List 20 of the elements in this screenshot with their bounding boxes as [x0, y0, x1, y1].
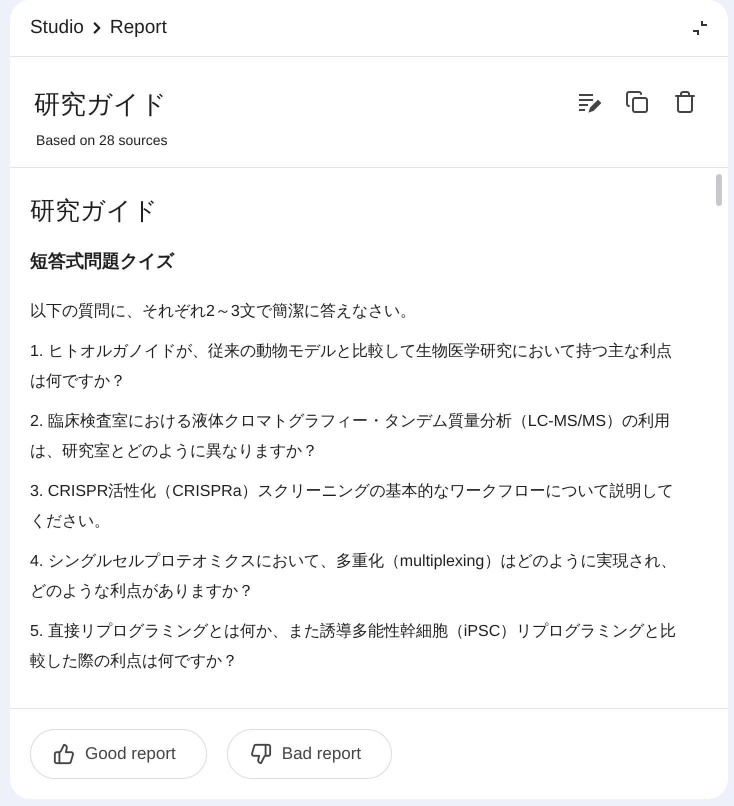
delete-button[interactable] — [672, 89, 698, 115]
good-report-button[interactable]: Good report — [30, 729, 207, 779]
sources-count: Based on 28 sources — [35, 132, 168, 148]
breadcrumb-item[interactable]: Studio — [30, 17, 84, 39]
copy-button[interactable] — [624, 89, 650, 115]
scrollbar-thumb[interactable] — [716, 174, 722, 206]
thumbs-up-icon — [53, 743, 75, 765]
document-title: 研究ガイド — [30, 196, 159, 227]
collapse-icon[interactable] — [692, 20, 708, 36]
paragraph: 5. 直接リプログラミングとは何か、また誘導多能性幹細胞（iPSC）リプログラミングと比較した際の利点は何ですか？ — [30, 622, 678, 672]
bad-report-button[interactable]: Bad report — [226, 729, 392, 779]
paragraph: 以下の質問に、それぞれ2～3文で簡潔に答えなさい。 — [30, 302, 417, 322]
section-heading: 短答式問題クイズ — [30, 250, 176, 273]
thumbs-down-icon — [250, 743, 272, 765]
paragraph: 4. シングルセルプロテオミクスにおいて、多重化（multiplexing）はどのように実現され、どのような利点がありますか？ — [30, 552, 678, 602]
paragraph: 3. CRISPR活性化（CRISPRa）スクリーニングの基本的なワークフローについて説明してください。 — [30, 482, 675, 532]
report-title: 研究ガイド — [34, 88, 168, 121]
breadcrumb-item[interactable]: Report — [110, 17, 167, 39]
paragraph: 2. 臨床検査室における液体クロマトグラフィー・タンデム質量分析（LC-MS/MS）の利用は、研究室とどのように異なりますか？ — [30, 412, 672, 462]
paragraph: 1. ヒトオルガノイドが、従来の動物モデルと比較して生物医学研究において持つ主な利点は何ですか？ — [30, 342, 673, 392]
